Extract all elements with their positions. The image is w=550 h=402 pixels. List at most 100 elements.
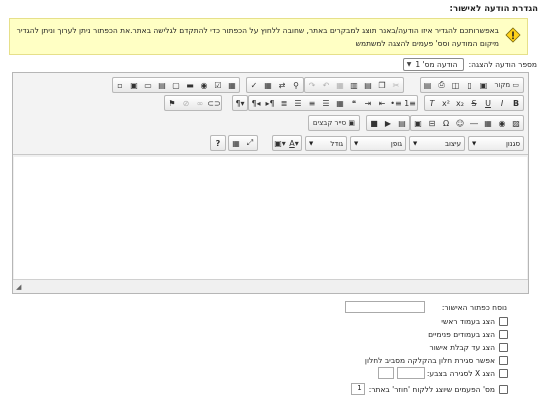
about-icon[interactable]: ? — [211, 136, 225, 150]
video-icon[interactable]: ■ — [367, 116, 381, 130]
justify-icon[interactable]: ≣ — [277, 96, 291, 110]
bulleted-list-icon[interactable]: •≡ — [389, 96, 403, 110]
blockquote-icon[interactable]: ❝ — [347, 96, 361, 110]
editor-status-bar: ◢ — [13, 279, 528, 293]
source-button[interactable]: מקור ▭ — [491, 78, 523, 92]
textarea-icon[interactable]: ▢ — [169, 78, 183, 92]
hidden-field-icon[interactable]: ▫ — [113, 78, 127, 92]
button-text-label: נוסח כפתור האישור: — [441, 303, 507, 312]
font-combo[interactable]: גופן ▼ — [350, 136, 406, 151]
editor-content-area[interactable] — [14, 157, 527, 279]
resize-handle-icon[interactable]: ◢ — [16, 283, 21, 291]
link-toolbar-icon[interactable]: ⊂⊃ — [207, 96, 221, 110]
ltr-icon[interactable]: ▸¶ — [263, 96, 277, 110]
checkbox-icon[interactable]: ☑ — [211, 78, 225, 92]
new-page-icon[interactable]: ▯ — [463, 78, 477, 92]
size-combo[interactable]: גודל ▼ — [305, 136, 347, 151]
table-icon[interactable]: ▦ — [481, 116, 495, 130]
copy-icon[interactable]: ❐ — [375, 78, 389, 92]
bg-color-icon[interactable]: ▣▾ — [273, 136, 287, 150]
image-button-icon[interactable]: ▣ — [127, 78, 141, 92]
bold-icon[interactable]: B — [509, 96, 523, 110]
italic-icon[interactable]: I — [495, 96, 509, 110]
spellcheck-icon[interactable]: ✓ — [247, 78, 261, 92]
form-icon[interactable]: ▦ — [225, 78, 239, 92]
horizontal-rule-icon[interactable]: ― — [467, 116, 481, 130]
indent-icon[interactable]: ⇥ — [361, 96, 375, 110]
styles-combo[interactable]: סגנון ▼ — [468, 136, 524, 151]
unlink-icon[interactable]: ⊘ — [179, 96, 193, 110]
button-icon[interactable]: ▭ — [141, 78, 155, 92]
underline-icon[interactable]: U — [481, 96, 495, 110]
toolbar-group-forms: ▫ ▣ ▭ ▤ ▢ ▬ ◉ ☑ ▦ — [112, 77, 240, 93]
option-label: הצג בעמודים פנימיים — [428, 330, 495, 339]
youtube-icon[interactable]: ▶ — [381, 116, 395, 130]
gallery-button[interactable]: סייר קבצים ▣ — [309, 116, 359, 130]
iframe-icon[interactable]: ▣ — [411, 116, 425, 130]
preview-icon[interactable]: ◫ — [449, 78, 463, 92]
page-break-icon[interactable]: ⊟ — [425, 116, 439, 130]
align-left-icon[interactable]: ☰ — [319, 96, 333, 110]
remove-format-icon[interactable]: T — [425, 96, 439, 110]
click-outside-close-checkbox[interactable] — [499, 356, 508, 365]
align-center-icon[interactable]: ≡ — [305, 96, 319, 110]
embed-icon[interactable]: ▤ — [395, 116, 409, 130]
image-icon[interactable]: ▨ — [509, 116, 523, 130]
replace-icon[interactable]: ⇄ — [275, 78, 289, 92]
rtl-icon[interactable]: ¶◂ — [249, 96, 263, 110]
notice-text: באפשרותכם להגדיר איזו הודעה/באנר תוצג למ… — [16, 26, 499, 48]
subscript-icon[interactable]: x₂ — [453, 96, 467, 110]
radio-icon[interactable]: ◉ — [197, 78, 211, 92]
superscript-icon[interactable]: x² — [439, 96, 453, 110]
cut-icon[interactable]: ✂ — [389, 78, 403, 92]
print-icon[interactable]: ⎙ — [435, 78, 449, 92]
numbered-list-icon[interactable]: 1≡ — [403, 96, 417, 110]
close-x-color-input[interactable] — [397, 367, 425, 379]
times-input[interactable]: 1 — [350, 383, 365, 395]
until-approved-checkbox[interactable] — [499, 343, 508, 352]
paste-text-icon[interactable]: ▥ — [347, 78, 361, 92]
select-field-icon[interactable]: ▤ — [155, 78, 169, 92]
find-icon[interactable]: ⚲ — [289, 78, 303, 92]
template-label: מספר הודעה להצגה: — [468, 60, 537, 69]
toolbar-group-colors: ▣▾ A ▾ — [272, 135, 302, 151]
paste-icon[interactable]: ▤ — [361, 78, 375, 92]
close-x-color-swatch[interactable] — [378, 367, 394, 379]
chevron-down-icon: ▼ — [413, 140, 418, 147]
toolbar-group-about: ? — [210, 135, 226, 151]
link-icon[interactable]: ∞ — [193, 96, 207, 110]
format-combo[interactable]: עיצוב ▼ — [409, 136, 465, 151]
maximize-icon[interactable]: ⤢ — [243, 136, 257, 150]
textfield-icon[interactable]: ▬ — [183, 78, 197, 92]
select-all-icon[interactable]: ▦ — [261, 78, 275, 92]
returning-visitor-checkbox[interactable] — [499, 384, 508, 394]
div-icon[interactable]: ▦ — [333, 96, 347, 110]
close-x-color-checkbox[interactable] — [499, 369, 508, 378]
outdent-icon[interactable]: ⇤ — [375, 96, 389, 110]
redo-icon[interactable]: ↷ — [305, 78, 319, 92]
undo-icon[interactable]: ↶ — [319, 78, 333, 92]
anchor-icon[interactable]: ⚑ — [165, 96, 179, 110]
toolbar-group-paragraph: ¶◂ ▸¶ ≣ ☰ ≡ ☰ ▦ ❝ ⇥ ⇤ •≡ 1≡ — [248, 95, 418, 111]
inner-pages-checkbox[interactable] — [499, 330, 508, 339]
template-select-value: הודעה מס' 1 — [415, 60, 458, 69]
save-icon[interactable]: ▣ — [477, 78, 491, 92]
template-select[interactable]: הודעה מס' 1 ▼ — [402, 58, 464, 71]
special-char-icon[interactable]: Ω — [439, 116, 453, 130]
toolbar-group-media: ■ ▶ ▤ — [366, 115, 410, 131]
toolbar-group-editing: ✓ ▦ ⇄ ⚲ — [246, 77, 304, 93]
main-page-checkbox[interactable] — [499, 317, 508, 326]
templates-icon[interactable]: ▤ — [421, 78, 435, 92]
flash-icon[interactable]: ◉ — [495, 116, 509, 130]
text-color-icon[interactable]: A ▾ — [287, 136, 301, 150]
strike-icon[interactable]: S — [467, 96, 481, 110]
paste-word-icon[interactable]: ▦ — [333, 78, 347, 92]
show-blocks-icon[interactable]: ▦ — [229, 136, 243, 150]
button-text-input[interactable] — [345, 301, 425, 313]
align-right-icon[interactable]: ☰ — [291, 96, 305, 110]
format-combo-label: עיצוב — [444, 139, 461, 148]
smiley-icon[interactable]: ☺ — [453, 116, 467, 130]
option-returning-visitor-times: מס' הפעמים שיוצג ללקוח 'חוזר' באתר: 1 — [350, 383, 508, 395]
language-icon[interactable]: ¶▾ — [233, 96, 247, 110]
page-title: הגדרת הודעה לאישור: — [449, 4, 538, 14]
